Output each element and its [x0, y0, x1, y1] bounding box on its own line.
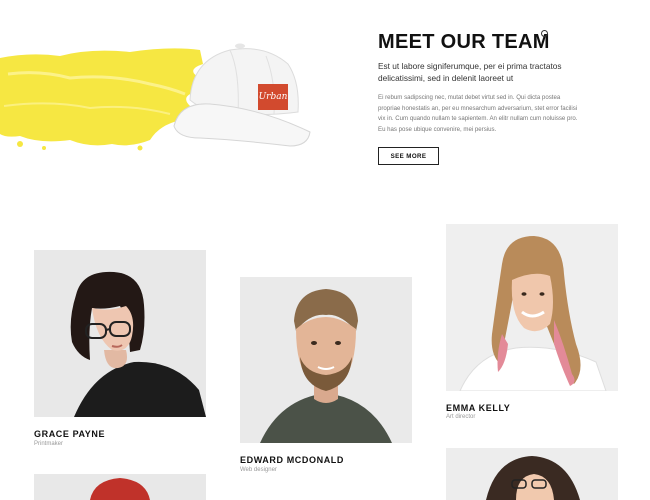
team-member-card[interactable]: EMMA KELLY Art director [446, 224, 618, 424]
team-intro: MEET OUR TEAM Est ut labore signiferumqu… [378, 30, 578, 135]
section-title: MEET OUR TEAM [378, 31, 550, 53]
member-photo [446, 448, 618, 500]
member-photo [34, 250, 206, 417]
member-role: Art director [446, 414, 476, 420]
member-photo [34, 474, 206, 500]
section-body: Ei rebum sadipscing nec, mutat debet vir… [378, 94, 578, 133]
circle-decoration [541, 30, 548, 37]
member-photo [240, 277, 412, 443]
section-lead: Est ut labore signiferumque, per ei prim… [378, 61, 562, 83]
cap-logo-text: Urban [258, 92, 288, 102]
member-role: Web designer [240, 467, 277, 473]
team-member-card[interactable]: GRACE PAYNE Printmaker [34, 250, 206, 450]
member-role: Printmaker [34, 441, 64, 447]
member-photo [446, 224, 618, 391]
see-more-button[interactable]: SEE MORE [378, 147, 439, 165]
team-member-card[interactable]: EDWARD MCDONALD Web designer [240, 277, 412, 477]
member-name: GRACE PAYNE [34, 429, 106, 439]
hero-section: Urban MEET OUR TEAM Est ut labore signif… [0, 0, 650, 200]
member-name: EMMA KELLY [446, 403, 511, 413]
cap-image [173, 43, 311, 147]
cap-logo: Urban [258, 84, 288, 110]
member-name: EDWARD MCDONALD [240, 455, 344, 465]
